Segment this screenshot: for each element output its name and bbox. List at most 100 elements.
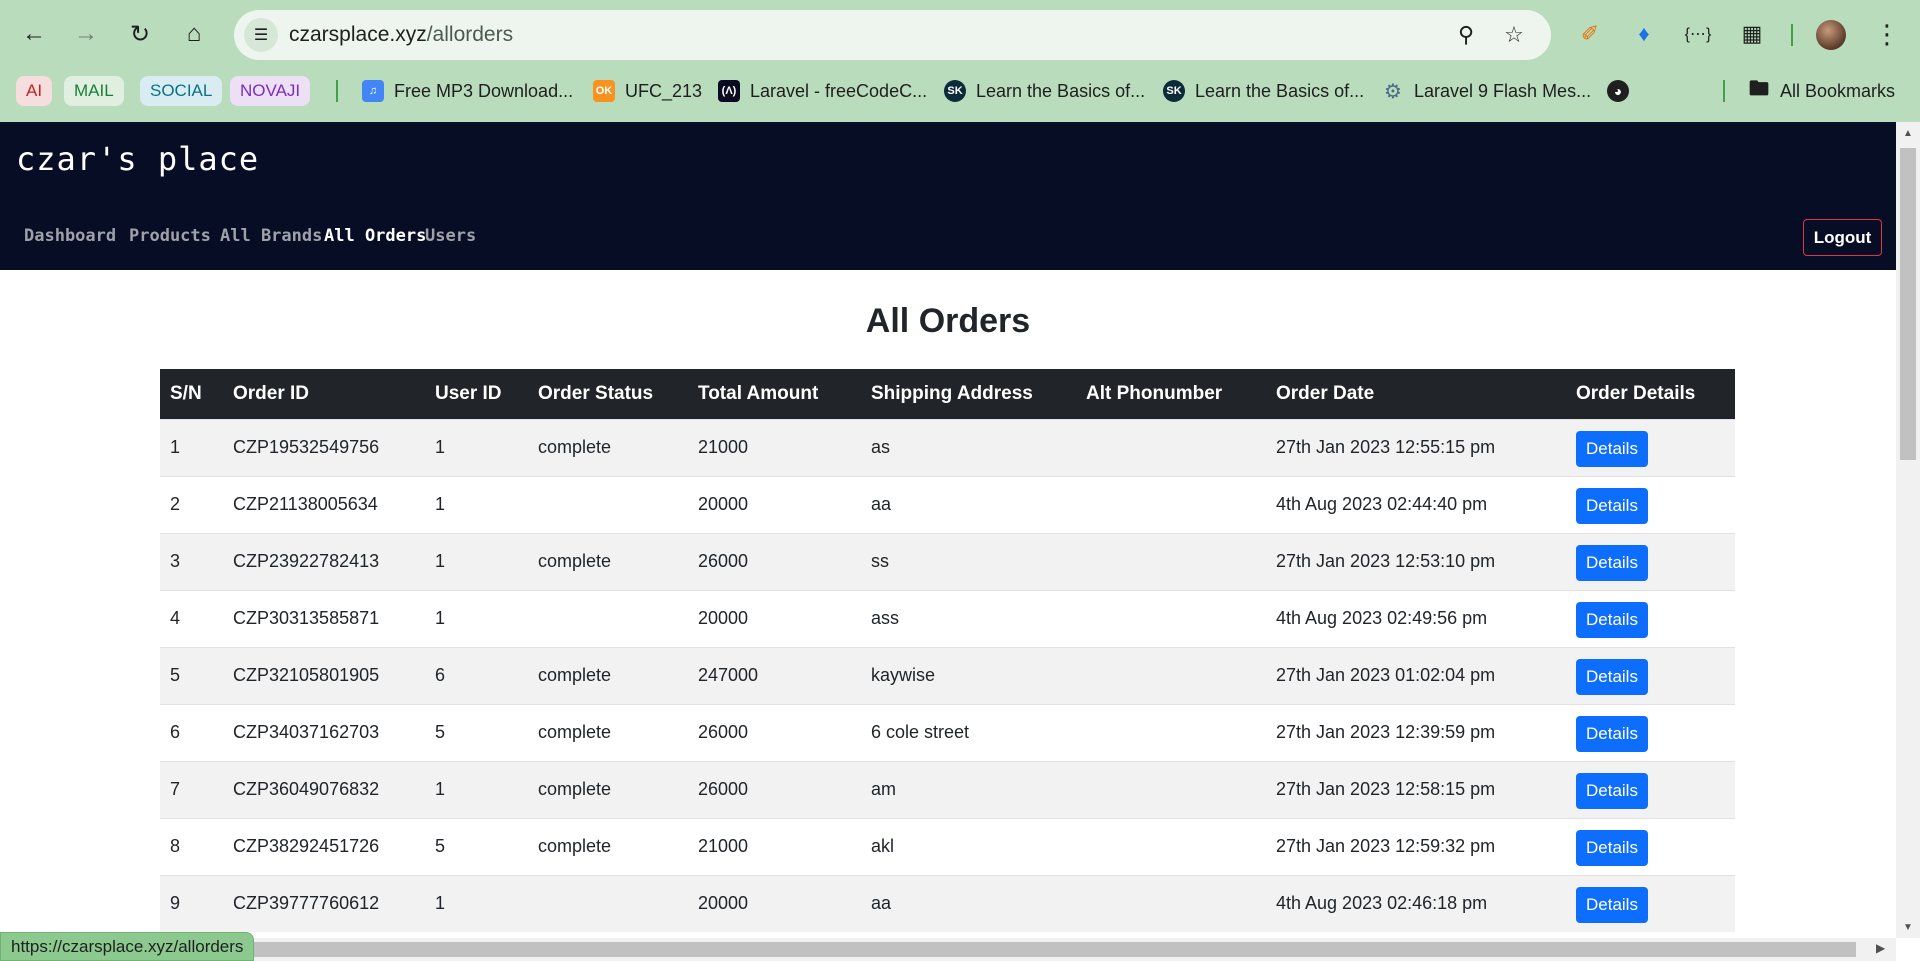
extension-drop-icon[interactable]: ♦ bbox=[1628, 18, 1660, 50]
cell-user-id: 1 bbox=[425, 589, 528, 647]
cell-order-id: CZP32105801905 bbox=[223, 646, 425, 704]
details-button[interactable]: Details bbox=[1576, 773, 1648, 809]
column-header: Total Amount bbox=[688, 369, 861, 419]
details-button[interactable]: Details bbox=[1576, 830, 1648, 866]
cell-shipping-address: 6 cole street bbox=[861, 703, 1076, 761]
cell-order-details: Details bbox=[1566, 646, 1735, 704]
bookmark-folder-mail[interactable]: MAIL bbox=[64, 76, 124, 106]
orders-table: S/N Order ID User ID Order Status Total … bbox=[160, 369, 1735, 932]
cell-order-details: Details bbox=[1566, 589, 1735, 647]
cell-sn: 2 bbox=[160, 475, 223, 533]
extensions-puzzle-icon[interactable]: ▦ bbox=[1736, 18, 1768, 50]
bookmark-item[interactable]: SK Learn the Basics of... bbox=[944, 76, 1145, 106]
browser-menu-icon[interactable]: ⋮ bbox=[1872, 16, 1902, 52]
home-icon[interactable]: ⌂ bbox=[176, 16, 212, 52]
cell-order-date: 4th Aug 2023 02:44:40 pm bbox=[1266, 475, 1566, 533]
extension-braces-icon[interactable]: {⋯} bbox=[1682, 18, 1714, 50]
details-button[interactable]: Details bbox=[1576, 488, 1648, 524]
url-text[interactable]: czarsplace.xyz/allorders bbox=[289, 23, 513, 47]
cell-user-id: 1 bbox=[425, 475, 528, 533]
details-button[interactable]: Details bbox=[1576, 659, 1648, 695]
reload-icon[interactable]: ↻ bbox=[122, 16, 158, 52]
cell-order-details: Details bbox=[1566, 703, 1735, 761]
bookmark-folder-novaji[interactable]: NOVAJI bbox=[230, 76, 311, 106]
column-header: Order Details bbox=[1566, 369, 1735, 419]
details-button[interactable]: Details bbox=[1576, 887, 1648, 924]
site-info-icon[interactable]: ☰ bbox=[244, 18, 278, 52]
table-row: 5 CZP32105801905 6 complete 247000 kaywise 27t… bbox=[160, 646, 1735, 704]
horizontal-scrollbar[interactable]: ▶ bbox=[0, 938, 1896, 961]
cell-total-amount: 21000 bbox=[688, 817, 861, 875]
cell-order-details: Details bbox=[1566, 475, 1735, 533]
nav-all-brands[interactable]: All Brands bbox=[220, 226, 322, 246]
cell-order-details: Details bbox=[1566, 532, 1735, 590]
cell-alt-phone bbox=[1076, 760, 1266, 818]
cell-user-id: 5 bbox=[425, 703, 528, 761]
logout-button[interactable]: Logout bbox=[1803, 219, 1882, 256]
cell-order-id: CZP38292451726 bbox=[223, 817, 425, 875]
cell-shipping-address: aa bbox=[861, 874, 1076, 932]
table-header-row: S/N Order ID User ID Order Status Total … bbox=[160, 369, 1735, 419]
all-bookmarks-button[interactable]: 🖿 All Bookmarks bbox=[1748, 76, 1895, 106]
bookmark-item[interactable]: SK Learn the Basics of... bbox=[1163, 76, 1364, 106]
nav-all-orders[interactable]: All Orders bbox=[324, 226, 426, 246]
table-row: 4 CZP30313585871 1 20000 ass 4th Aug 2023 02:… bbox=[160, 589, 1735, 647]
horizontal-scroll-thumb[interactable] bbox=[250, 942, 1856, 957]
cell-order-status: complete bbox=[528, 760, 688, 818]
cell-alt-phone bbox=[1076, 874, 1266, 932]
address-bar[interactable]: ☰ czarsplace.xyz/allorders ⚲ ☆ bbox=[234, 10, 1551, 60]
cell-shipping-address: aa bbox=[861, 475, 1076, 533]
cell-total-amount: 20000 bbox=[688, 475, 861, 533]
scroll-right-arrow-icon[interactable]: ▶ bbox=[1876, 941, 1885, 955]
cell-order-details: Details bbox=[1566, 817, 1735, 875]
gear-icon: ⚙ bbox=[1384, 80, 1402, 103]
bookmark-star-icon[interactable]: ☆ bbox=[1499, 20, 1529, 50]
cell-alt-phone bbox=[1076, 646, 1266, 704]
nav-dashboard[interactable]: Dashboard bbox=[24, 226, 116, 246]
cell-sn: 1 bbox=[160, 418, 223, 476]
bookmarks-bar: AI MAIL SOCIAL NOVAJI ♫ Free MP3 Downloa… bbox=[0, 72, 1920, 110]
profile-avatar[interactable] bbox=[1816, 20, 1846, 50]
all-bookmarks-label: All Bookmarks bbox=[1780, 80, 1896, 101]
column-header: User ID bbox=[425, 369, 528, 419]
back-arrow-icon[interactable]: ← bbox=[16, 16, 52, 52]
bookmark-folder-social[interactable]: SOCIAL bbox=[140, 76, 223, 106]
cell-user-id: 6 bbox=[425, 646, 528, 704]
zoom-icon[interactable]: ⚲ bbox=[1451, 20, 1481, 50]
details-button[interactable]: Details bbox=[1576, 545, 1648, 581]
bookmark-item[interactable]: ◕ bbox=[1607, 76, 1639, 106]
cell-order-date: 27th Jan 2023 12:58:15 pm bbox=[1266, 760, 1566, 818]
bookmark-item[interactable]: ⚙ Laravel 9 Flash Mes... bbox=[1382, 76, 1591, 106]
forward-arrow-icon[interactable]: → bbox=[68, 16, 104, 52]
details-button[interactable]: Details bbox=[1576, 602, 1648, 638]
scroll-down-arrow-icon[interactable]: ▼ bbox=[1903, 922, 1913, 933]
vertical-scrollbar[interactable]: ▲ ▼ bbox=[1896, 122, 1920, 938]
cell-order-id: CZP21138005634 bbox=[223, 475, 425, 533]
bookmark-item[interactable]: (Λ) Laravel - freeCodeC... bbox=[718, 76, 927, 106]
cell-order-date: 27th Jan 2023 12:55:15 pm bbox=[1266, 418, 1566, 476]
nav-users[interactable]: Users bbox=[425, 226, 476, 246]
cell-alt-phone bbox=[1076, 418, 1266, 476]
cell-order-status bbox=[528, 874, 688, 932]
cell-order-details: Details bbox=[1566, 760, 1735, 818]
details-button[interactable]: Details bbox=[1576, 716, 1648, 752]
bookmark-item[interactable]: OK UFC_213 bbox=[593, 76, 702, 106]
scroll-up-arrow-icon[interactable]: ▲ bbox=[1903, 128, 1913, 139]
globe-icon: ◕ bbox=[1607, 80, 1629, 102]
brand-logo[interactable]: czar's place bbox=[16, 140, 259, 178]
bookmarks-divider bbox=[1723, 80, 1725, 102]
column-header: Order ID bbox=[223, 369, 425, 419]
cell-order-status bbox=[528, 589, 688, 647]
app-navbar: czar's place Dashboard Products All Bran… bbox=[0, 122, 1896, 270]
odnoklassniki-icon: OK bbox=[593, 80, 615, 102]
color-picker-extension-icon[interactable]: ✐ bbox=[1574, 18, 1606, 50]
bookmark-item[interactable]: ♫ Free MP3 Download... bbox=[362, 76, 573, 106]
cell-user-id: 1 bbox=[425, 532, 528, 590]
nav-products[interactable]: Products bbox=[129, 226, 211, 246]
bookmark-folder-ai[interactable]: AI bbox=[16, 76, 53, 106]
details-button[interactable]: Details bbox=[1576, 431, 1648, 467]
freecodecamp-icon: (Λ) bbox=[718, 80, 740, 102]
cell-total-amount: 247000 bbox=[688, 646, 861, 704]
browser-toolbar: ← → ↻ ⌂ ☰ czarsplace.xyz/allorders ⚲ ☆ ✐… bbox=[0, 0, 1920, 70]
vertical-scroll-thumb[interactable] bbox=[1900, 148, 1916, 460]
